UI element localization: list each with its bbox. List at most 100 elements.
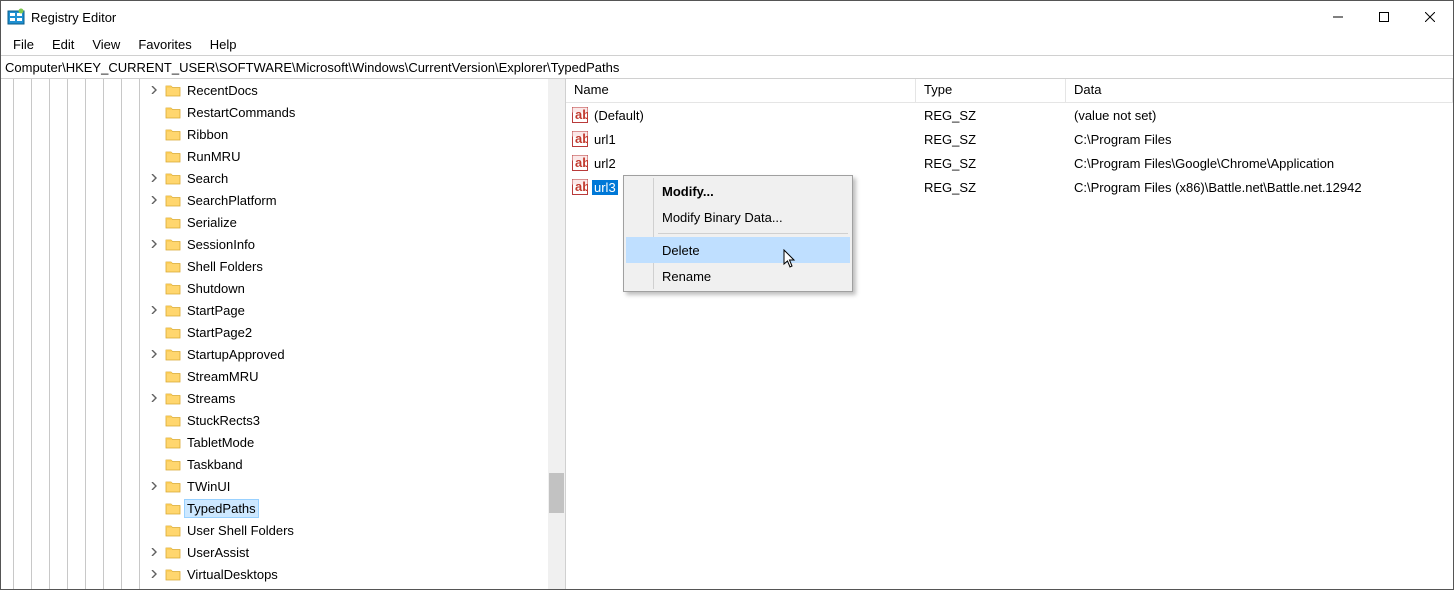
tree-item-streams[interactable]: Streams <box>1 387 548 409</box>
chevron-right-icon[interactable] <box>147 347 161 361</box>
chevron-right-icon[interactable] <box>147 479 161 493</box>
tree-item-label: VirtualDesktops <box>185 566 280 583</box>
ctx-modify[interactable]: Modify... <box>626 178 850 204</box>
folder-icon <box>165 369 181 383</box>
tree-item-userassist[interactable]: UserAssist <box>1 541 548 563</box>
chevron-right-icon[interactable] <box>147 391 161 405</box>
folder-icon <box>165 391 181 405</box>
tree-item-label: Search <box>185 170 230 187</box>
folder-icon <box>165 171 181 185</box>
tree-items: RecentDocs RestartCommands Ribbon RunMRU Sea… <box>1 79 548 585</box>
address-bar[interactable]: Computer\HKEY_CURRENT_USER\SOFTWARE\Micr… <box>1 55 1453 79</box>
tree-item-shutdown[interactable]: Shutdown <box>1 277 548 299</box>
value-data: C:\Program Files (x86)\Battle.net\Battle… <box>1066 180 1453 195</box>
value-data: C:\Program Files <box>1066 132 1453 147</box>
folder-icon <box>165 149 181 163</box>
tree-item-sessioninfo[interactable]: SessionInfo <box>1 233 548 255</box>
menu-bar: File Edit View Favorites Help <box>1 33 1453 55</box>
folder-icon <box>165 347 181 361</box>
tree-scrollbar-thumb[interactable] <box>549 473 564 513</box>
menu-file[interactable]: File <box>5 35 42 54</box>
tree-item-startpage[interactable]: StartPage <box>1 299 548 321</box>
tree-item-recentdocs[interactable]: RecentDocs <box>1 79 548 101</box>
tree-item-label: StartPage2 <box>185 324 254 341</box>
menu-help[interactable]: Help <box>202 35 245 54</box>
tree-item-streammru[interactable]: StreamMRU <box>1 365 548 387</box>
folder-icon <box>165 193 181 207</box>
tree-item-taskband[interactable]: Taskband <box>1 453 548 475</box>
col-header-data[interactable]: Data <box>1066 79 1453 102</box>
chevron-right-icon[interactable] <box>147 303 161 317</box>
value-type: REG_SZ <box>916 156 1066 171</box>
reg-sz-icon: ab <box>572 131 588 147</box>
tree-item-virtualdesktops[interactable]: VirtualDesktops <box>1 563 548 585</box>
ctx-delete[interactable]: Delete <box>626 237 850 263</box>
list-panel: Name Type Data ab(Default)REG_SZ(value n… <box>566 79 1453 589</box>
reg-sz-icon: ab <box>572 179 588 195</box>
tree-item-label: UserAssist <box>185 544 251 561</box>
chevron-right-icon[interactable] <box>147 545 161 559</box>
menu-edit[interactable]: Edit <box>44 35 82 54</box>
folder-icon <box>165 127 181 141</box>
ctx-modify-binary[interactable]: Modify Binary Data... <box>626 204 850 230</box>
tree-item-startpage2[interactable]: StartPage2 <box>1 321 548 343</box>
folder-icon <box>165 479 181 493</box>
tree-item-ribbon[interactable]: Ribbon <box>1 123 548 145</box>
value-row[interactable]: ab url1 REG_SZC:\Program Files <box>566 127 1453 151</box>
tree-item-label: StuckRects3 <box>185 412 262 429</box>
tree-item-label: StartPage <box>185 302 247 319</box>
tree-item-serialize[interactable]: Serialize <box>1 211 548 233</box>
tree-item-shell-folders[interactable]: Shell Folders <box>1 255 548 277</box>
context-menu: Modify... Modify Binary Data... Delete R… <box>623 175 853 292</box>
window-title: Registry Editor <box>31 10 1315 25</box>
tree-item-startupapproved[interactable]: StartupApproved <box>1 343 548 365</box>
col-header-type[interactable]: Type <box>916 79 1066 102</box>
chevron-right-icon[interactable] <box>147 567 161 581</box>
tree-item-label: SearchPlatform <box>185 192 279 209</box>
folder-icon <box>165 457 181 471</box>
tree-item-label: RestartCommands <box>185 104 297 121</box>
tree-item-twinui[interactable]: TWinUI <box>1 475 548 497</box>
tree-scrollbar[interactable] <box>548 79 565 589</box>
value-name: url1 <box>592 132 618 147</box>
folder-icon <box>165 303 181 317</box>
tree-item-typedpaths[interactable]: TypedPaths <box>1 497 548 519</box>
folder-icon <box>165 501 181 515</box>
folder-icon <box>165 259 181 273</box>
tree-item-runmru[interactable]: RunMRU <box>1 145 548 167</box>
tree-item-restartcommands[interactable]: RestartCommands <box>1 101 548 123</box>
address-text: Computer\HKEY_CURRENT_USER\SOFTWARE\Micr… <box>5 60 619 75</box>
tree-panel: RecentDocs RestartCommands Ribbon RunMRU Sea… <box>1 79 566 589</box>
tree-item-label: TWinUI <box>185 478 232 495</box>
main-split: RecentDocs RestartCommands Ribbon RunMRU Sea… <box>1 79 1453 589</box>
value-row[interactable]: aburl2REG_SZC:\Program Files\Google\Chro… <box>566 151 1453 175</box>
tree-item-search[interactable]: Search <box>1 167 548 189</box>
col-header-name[interactable]: Name <box>566 79 916 102</box>
chevron-right-icon[interactable] <box>147 83 161 97</box>
tree-item-tabletmode[interactable]: TabletMode <box>1 431 548 453</box>
tree-item-stuckrects3[interactable]: StuckRects3 <box>1 409 548 431</box>
chevron-right-icon[interactable] <box>147 237 161 251</box>
ctx-separator <box>658 233 848 234</box>
tree-item-searchplatform[interactable]: SearchPlatform <box>1 189 548 211</box>
tree-item-label: Ribbon <box>185 126 230 143</box>
tree-item-label: Shutdown <box>185 280 247 297</box>
svg-text:ab: ab <box>575 179 588 194</box>
regedit-app-icon <box>7 8 25 26</box>
tree-item-label: StartupApproved <box>185 346 287 363</box>
value-type: REG_SZ <box>916 132 1066 147</box>
chevron-right-icon[interactable] <box>147 171 161 185</box>
tree-item-label: RecentDocs <box>185 82 260 99</box>
folder-icon <box>165 105 181 119</box>
menu-view[interactable]: View <box>84 35 128 54</box>
value-row[interactable]: ab(Default)REG_SZ(value not set) <box>566 103 1453 127</box>
chevron-right-icon[interactable] <box>147 193 161 207</box>
close-button[interactable] <box>1407 1 1453 33</box>
tree-item-user-shell-folders[interactable]: User Shell Folders <box>1 519 548 541</box>
minimize-button[interactable] <box>1315 1 1361 33</box>
menu-favorites[interactable]: Favorites <box>130 35 199 54</box>
maximize-button[interactable] <box>1361 1 1407 33</box>
value-name: url2 <box>592 156 618 171</box>
tree-item-label: User Shell Folders <box>185 522 296 539</box>
ctx-rename[interactable]: Rename <box>626 263 850 289</box>
